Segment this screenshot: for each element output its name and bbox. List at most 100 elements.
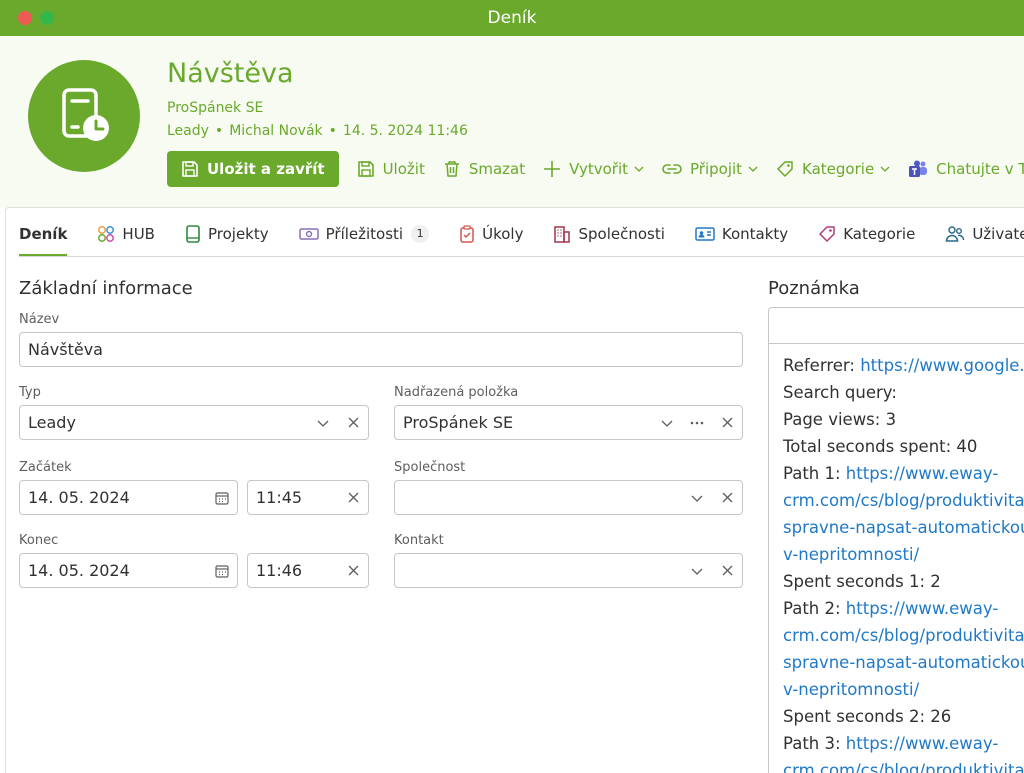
record-meta-owner: Michal Novák [229, 123, 323, 139]
tab-projects[interactable]: Projekty [185, 211, 269, 257]
note-link[interactable]: https://www.eway- [846, 734, 999, 753]
parent-value: ProSpánek SE [403, 413, 514, 432]
record-meta-type: Leady [167, 123, 209, 139]
save-button[interactable]: Uložit [357, 160, 425, 178]
save-close-button[interactable]: Uložit a zavřít [167, 151, 339, 187]
note-link[interactable]: https://www.eway- [846, 464, 999, 483]
link-icon [662, 164, 682, 174]
note-line: Page views: 3 [783, 406, 1024, 433]
note-content[interactable]: Referrer: https://www.google.c Search que… [783, 352, 1024, 773]
note-line-text: Spent seconds 2: 26 [783, 707, 952, 726]
start-time-value: 11:45 [256, 488, 303, 507]
hub-icon [98, 226, 115, 242]
type-select[interactable]: Leady [19, 405, 369, 440]
task-clipboard-icon [460, 225, 474, 243]
building-icon [554, 226, 571, 243]
basic-info-title: Základní informace [19, 278, 193, 299]
chevron-down-icon[interactable] [682, 492, 712, 504]
end-time-field[interactable]: 11:46 [247, 553, 369, 588]
company-select[interactable] [394, 480, 743, 515]
start-time-field[interactable]: 11:45 [247, 480, 369, 515]
clear-icon[interactable] [712, 565, 742, 576]
company-label: Společnost [394, 460, 466, 475]
note-link[interactable]: v-nepritomnosti/ [783, 545, 919, 564]
clear-icon[interactable] [338, 492, 368, 503]
tab-tasks[interactable]: Úkoly [459, 211, 523, 257]
end-date-field[interactable]: 14. 05. 2024 [19, 553, 238, 588]
chevron-down-icon [634, 166, 644, 172]
create-button[interactable]: Vytvořit [543, 160, 644, 178]
chevron-down-icon[interactable] [682, 565, 712, 577]
tab-label: HUB [122, 225, 155, 243]
teams-chat-button[interactable]: Chatujte v Teams [908, 160, 1024, 178]
note-link[interactable]: crm.com/cs/blog/produktivita/ [783, 491, 1024, 510]
money-icon [298, 228, 319, 240]
save-label: Uložit [382, 160, 425, 178]
note-line: Total seconds spent: 40 [783, 433, 1024, 460]
note-line: Spent seconds 1: 2 [783, 568, 1024, 595]
chevron-down-icon[interactable] [308, 417, 338, 429]
note-line-text: Spent seconds 1: 2 [783, 572, 941, 591]
tab-categories[interactable]: Kategorie [818, 211, 915, 257]
start-label: Začátek [19, 460, 72, 475]
clear-icon[interactable] [338, 417, 368, 428]
save-icon [182, 161, 198, 177]
note-editor[interactable]: Referrer: https://www.google.c Search que… [768, 307, 1024, 773]
start-date-field[interactable]: 14. 05. 2024 [19, 480, 238, 515]
chevron-down-icon [748, 166, 758, 172]
note-line: crm.com/cs/blog/produktivita/ [783, 757, 1024, 773]
parent-select[interactable]: ProSpánek SE [394, 405, 743, 440]
contact-label: Kontakt [394, 533, 444, 548]
tab-users[interactable]: Uživatelé 2 [945, 211, 1024, 257]
record-meta-date: 14. 5. 2024 11:46 [342, 123, 468, 139]
note-link[interactable]: crm.com/cs/blog/produktivita/ [783, 626, 1024, 645]
calendar-icon[interactable] [207, 491, 237, 505]
tab-journal[interactable]: Deník [19, 211, 68, 257]
teams-chat-label: Chatujte v Teams [936, 160, 1024, 178]
note-link[interactable]: https://www.google.c [860, 356, 1024, 375]
tab-label: Deník [19, 225, 68, 243]
tab-contacts[interactable]: Kontakty [695, 211, 788, 257]
category-button[interactable]: Kategorie [776, 160, 890, 178]
record-title: Návštěva [167, 58, 294, 89]
tab-companies[interactable]: Společnosti [553, 211, 665, 257]
note-link[interactable]: spravne-napsat-automatickou [783, 518, 1024, 537]
toolbar: Uložit a zavřít Uložit Smazat Vytvořit P… [167, 151, 1024, 187]
name-label: Název [19, 312, 60, 327]
chevron-down-icon [880, 166, 890, 172]
note-line: Referrer: https://www.google.c [783, 352, 1024, 379]
clear-icon[interactable] [712, 492, 742, 503]
note-line-text: Path 1: [783, 464, 846, 483]
note-link[interactable]: https://www.eway- [846, 599, 999, 618]
note-line: v-nepritomnosti/ [783, 676, 1024, 703]
users-icon [946, 226, 965, 242]
chevron-down-icon[interactable] [652, 417, 682, 429]
tag-icon [777, 161, 793, 177]
name-field[interactable]: Návštěva [19, 332, 743, 367]
note-link[interactable]: crm.com/cs/blog/produktivita/ [783, 761, 1024, 773]
tab-label: Společnosti [578, 225, 665, 243]
contact-select[interactable] [394, 553, 743, 588]
clear-icon[interactable] [338, 565, 368, 576]
delete-button[interactable]: Smazat [443, 160, 525, 178]
more-icon[interactable] [682, 421, 712, 425]
note-link[interactable]: v-nepritomnosti/ [783, 680, 919, 699]
name-value: Návštěva [28, 340, 103, 359]
tab-label: Příležitosti [325, 225, 404, 243]
note-link[interactable]: spravne-napsat-automatickou [783, 653, 1024, 672]
type-label: Typ [19, 385, 41, 400]
note-line: Spent seconds 2: 26 [783, 703, 1024, 730]
delete-label: Smazat [468, 160, 526, 178]
plus-icon [544, 161, 561, 177]
tab-hub[interactable]: HUB [97, 211, 155, 257]
record-header: Návštěva ProSpánek SE Leady • Michal Novák… [0, 36, 1024, 208]
note-line: crm.com/cs/blog/produktivita/ [783, 622, 1024, 649]
tab-opportunities[interactable]: Příležitosti 1 [298, 211, 430, 257]
attach-button[interactable]: Připojit [662, 160, 758, 178]
calendar-icon[interactable] [207, 564, 237, 578]
record-avatar [28, 60, 140, 172]
save-icon [357, 161, 374, 177]
tab-label: Úkoly [482, 225, 524, 243]
clear-icon[interactable] [712, 417, 742, 428]
tab-label: Projekty [207, 225, 269, 243]
